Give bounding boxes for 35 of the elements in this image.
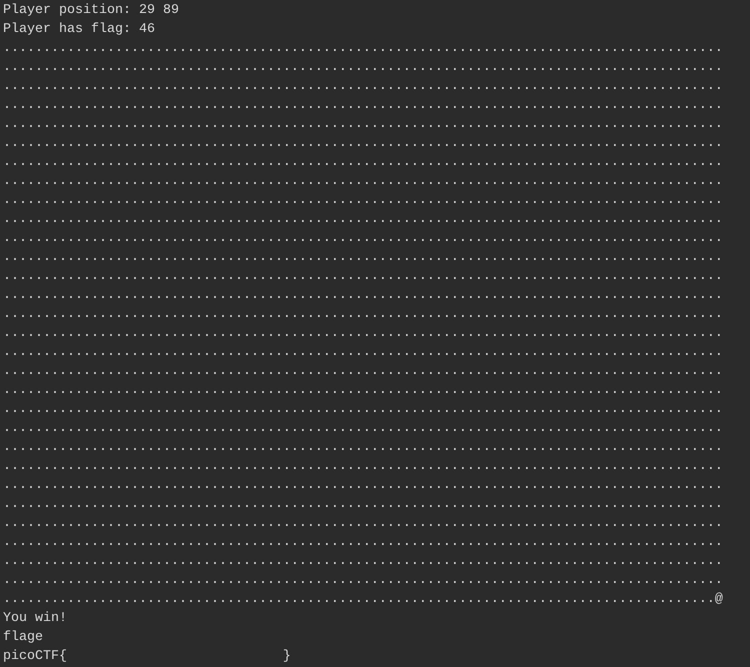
status-text: Player has flag: 46 <box>3 22 155 37</box>
map-row: .......................................................................................... <box>3 440 723 455</box>
map-row: .......................................................................................... <box>3 231 723 246</box>
map-row: .......................................................................................... <box>3 516 723 531</box>
map-row: .......................................................................................... <box>3 421 723 436</box>
map-row: .......................................................................................... <box>3 288 723 303</box>
map-row: .......................................................................................... <box>3 193 723 208</box>
status-text: Player position: 29 89 <box>3 3 179 18</box>
map-row: .......................................................................................... <box>3 250 723 265</box>
map-row: .......................................................................................... <box>3 41 723 56</box>
map-row: .......................................................................................... <box>3 155 723 170</box>
map-row: .......................................................................................... <box>3 345 723 360</box>
map-row: .......................................................................................... <box>3 60 723 75</box>
map-row: .......................................................................................... <box>3 307 723 322</box>
map-row: .......................................................................................... <box>3 117 723 132</box>
map-row: .......................................................................................... <box>3 174 723 189</box>
map-row: .......................................................................................... <box>3 326 723 341</box>
map-row: .......................................................................................... <box>3 98 723 113</box>
map-row: .......................................................................................... <box>3 79 723 94</box>
map-row: .........................................................................................@ <box>3 592 723 607</box>
map-row: .......................................................................................... <box>3 478 723 493</box>
map-row: .......................................................................................... <box>3 459 723 474</box>
map-row: .......................................................................................... <box>3 535 723 550</box>
output-text: picoCTF{ } <box>3 649 291 664</box>
map-row: .......................................................................................... <box>3 364 723 379</box>
map-row: .......................................................................................... <box>3 269 723 284</box>
output-text: You win! <box>3 611 67 626</box>
map-row: .......................................................................................... <box>3 136 723 151</box>
map-row: .......................................................................................... <box>3 383 723 398</box>
map-row: .......................................................................................... <box>3 402 723 417</box>
map-row: .......................................................................................... <box>3 497 723 512</box>
map-row: .......................................................................................... <box>3 554 723 569</box>
output-text: flage <box>3 630 43 645</box>
map-row: .......................................................................................... <box>3 573 723 588</box>
map-row: .......................................................................................... <box>3 212 723 227</box>
